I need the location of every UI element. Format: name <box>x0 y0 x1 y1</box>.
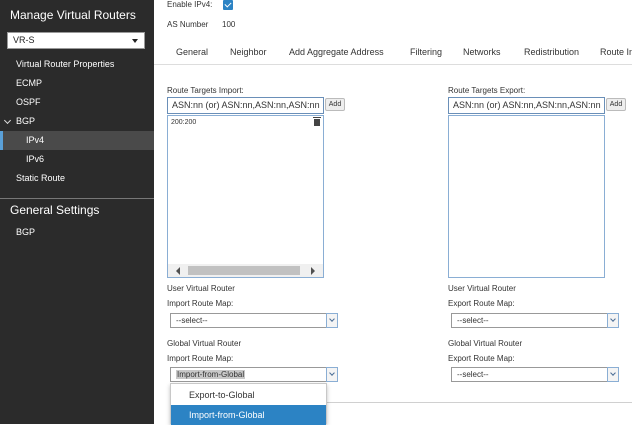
user-export-route-map-select[interactable]: --select-- <box>451 313 608 328</box>
global-import-route-map-value: Import-from-Global <box>176 370 246 379</box>
tab-filtering[interactable]: Filtering <box>410 47 442 57</box>
sidebar-item-virtual-router-properties[interactable]: Virtual Router Properties <box>0 55 154 74</box>
as-number-label: AS Number <box>167 20 209 29</box>
global-export-route-map-dropdown-button[interactable] <box>607 367 619 382</box>
scroll-left-icon[interactable] <box>176 267 180 275</box>
import-add-button[interactable]: Add <box>325 98 345 111</box>
scrollbar-thumb[interactable] <box>188 266 300 275</box>
route-map-dropdown-list: Export-to-Global Import-from-Global <box>170 383 327 425</box>
tab-redistribution[interactable]: Redistribution <box>524 47 579 57</box>
trash-icon[interactable] <box>313 117 321 126</box>
import-target-entry[interactable]: 200:200 <box>171 119 196 126</box>
sidebar-item-static-route[interactable]: Static Route <box>0 169 154 188</box>
route-targets-import-input[interactable]: ASN:nn (or) ASN:nn,ASN:nn,ASN:nn <box>167 97 324 114</box>
route-targets-export-input[interactable]: ASN:nn (or) ASN:nn,ASN:nn,ASN:nn <box>448 97 605 114</box>
chevron-down-icon <box>329 370 335 376</box>
user-export-route-map-dropdown-button[interactable] <box>607 313 619 328</box>
user-import-route-map-label: Import Route Map: <box>167 299 234 308</box>
global-export-route-map-label: Export Route Map: <box>448 354 515 363</box>
dropdown-option-import-from-global[interactable]: Import-from-Global <box>171 405 326 425</box>
user-vr-heading-right: User Virtual Router <box>448 284 516 293</box>
sidebar-item-ospf[interactable]: OSPF <box>0 93 154 112</box>
global-import-route-map-select[interactable]: Import-from-Global <box>170 367 327 382</box>
user-vr-heading-left: User Virtual Router <box>167 284 235 293</box>
virtual-router-select-value: VR-S <box>13 35 35 45</box>
sidebar-item-label: Static Route <box>16 173 66 183</box>
sidebar-item-label: OSPF <box>16 97 41 107</box>
tab-bar: General Neighbor Add Aggregate Address F… <box>154 42 632 64</box>
route-targets-import-label: Route Targets Import: <box>167 86 244 95</box>
enable-ipv4-label: Enable IPv4: <box>167 0 213 9</box>
sidebar-item-label: IPv6 <box>26 154 45 164</box>
user-export-route-map-label: Export Route Map: <box>448 299 515 308</box>
global-import-route-map-label: Import Route Map: <box>167 354 234 363</box>
sidebar-item-bgp[interactable]: BGP <box>0 112 154 131</box>
sidebar-item-ecmp[interactable]: ECMP <box>0 74 154 93</box>
sidebar-item-label: BGP <box>16 116 36 126</box>
chevron-down-icon <box>610 316 616 322</box>
tab-route-in[interactable]: Route In <box>600 47 632 57</box>
scroll-right-icon[interactable] <box>311 267 315 275</box>
caret-down-icon <box>132 39 138 43</box>
sidebar-item-label: IPv4 <box>26 135 45 145</box>
user-import-route-map-dropdown-button[interactable] <box>326 313 338 328</box>
global-vr-heading-right: Global Virtual Router <box>448 339 523 348</box>
global-export-route-map-select[interactable]: --select-- <box>451 367 608 382</box>
sidebar-item-general-bgp[interactable]: BGP <box>0 223 154 242</box>
route-targets-export-label: Route Targets Export: <box>448 86 526 95</box>
user-import-route-map-select[interactable]: --select-- <box>170 313 327 328</box>
sidebar-divider <box>0 198 154 199</box>
tab-neighbor[interactable]: Neighbor <box>230 47 267 57</box>
tab-networks[interactable]: Networks <box>463 47 501 57</box>
sidebar-item-ipv4[interactable]: IPv4 <box>0 131 154 150</box>
sidebar-item-ipv6[interactable]: IPv6 <box>0 150 154 169</box>
horizontal-scrollbar[interactable] <box>168 264 323 277</box>
tab-add-aggregate-address[interactable]: Add Aggregate Address <box>289 47 384 57</box>
sidebar-item-label: ECMP <box>16 78 43 88</box>
chevron-down-icon <box>329 316 335 322</box>
global-vr-heading-left: Global Virtual Router <box>167 339 242 348</box>
export-targets-list <box>448 115 605 278</box>
chevron-down-icon <box>610 370 616 376</box>
enable-ipv4-checkbox[interactable] <box>223 0 233 10</box>
virtual-router-select[interactable]: VR-S <box>7 32 145 49</box>
dropdown-option-export-to-global[interactable]: Export-to-Global <box>171 385 326 405</box>
global-import-route-map-dropdown-button[interactable] <box>326 367 338 382</box>
sidebar-title: Manage Virtual Routers <box>10 8 136 22</box>
main-panel: Enable IPv4: AS Number 100 General Neigh… <box>154 0 632 425</box>
as-number-value: 100 <box>222 20 236 29</box>
tab-general[interactable]: General <box>176 47 208 57</box>
general-settings-heading: General Settings <box>10 203 100 217</box>
sidebar-item-label: Virtual Router Properties <box>16 59 115 69</box>
import-targets-list: 200:200 <box>167 115 324 278</box>
chevron-down-icon <box>3 116 12 125</box>
tab-underline <box>154 64 632 65</box>
export-add-button[interactable]: Add <box>606 98 626 111</box>
sidebar: Manage Virtual Routers VR-S Virtual Rout… <box>0 0 154 424</box>
sidebar-item-label: BGP <box>16 227 36 237</box>
footer-divider <box>326 402 632 403</box>
